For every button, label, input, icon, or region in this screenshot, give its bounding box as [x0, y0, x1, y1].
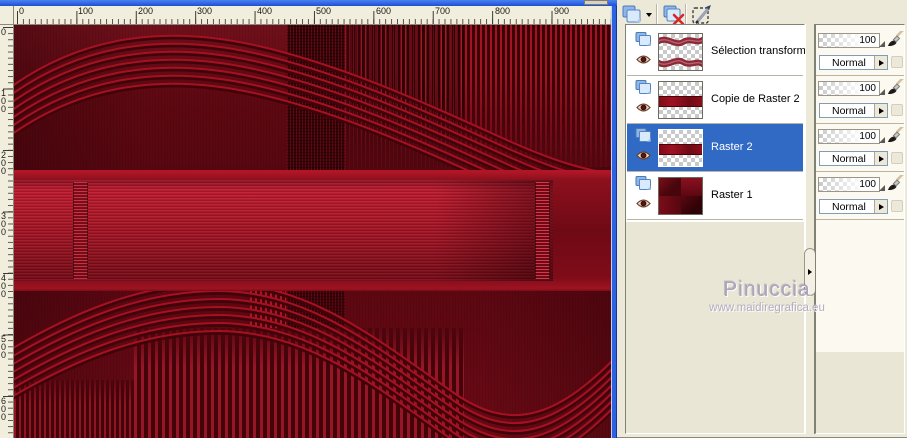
brush-icon — [886, 29, 904, 48]
opacity-value: 100 — [859, 83, 876, 94]
controls-empty-area — [816, 352, 904, 433]
palette-splitter[interactable] — [805, 24, 815, 434]
layer-name: Raster 1 — [711, 189, 753, 201]
layer-thumbnail[interactable] — [658, 177, 703, 215]
blend-mode-dropdown-button[interactable] — [874, 152, 887, 165]
edit-selection-icon — [692, 5, 711, 24]
layer-controls-row: 100 Normal — [816, 124, 904, 172]
blend-mode-select[interactable]: Normal — [819, 199, 888, 214]
canvas-waves — [14, 34, 611, 438]
window-button[interactable] — [584, 0, 608, 5]
horizontal-ruler: 0 100 200 300 400 500 600 700 800 900 — [14, 6, 611, 25]
opacity-slider-handle-icon[interactable] — [879, 41, 885, 47]
ruler-label: 600 — [1, 396, 7, 422]
opacity-slider[interactable]: 100 — [818, 129, 885, 144]
layer-name: Sélection transformée — [711, 45, 818, 57]
raster-layer-icon — [635, 32, 653, 48]
blend-mode-dropdown-button[interactable] — [874, 56, 887, 69]
image-window: 0 100 200 300 400 500 600 700 800 900 0 … — [0, 0, 617, 438]
ruler-label: 400 — [257, 6, 273, 16]
ruler-label: 0 — [1, 27, 7, 37]
ruler-label: 400 — [1, 273, 7, 299]
opacity-slider[interactable]: 100 — [818, 81, 885, 96]
link-icon — [891, 56, 903, 68]
opacity-slider-handle-icon[interactable] — [879, 185, 885, 191]
blend-mode-dropdown-button[interactable] — [874, 104, 887, 117]
opacity-slider[interactable]: 100 — [818, 177, 885, 192]
layer-controls-row: 100 Normal — [816, 172, 904, 220]
ruler-label: 0 — [19, 6, 25, 16]
layer-row-raster-1[interactable]: Raster 1 — [627, 172, 803, 220]
opacity-slider[interactable]: 100 — [818, 33, 885, 48]
canvas-ribbon-end-left — [73, 182, 88, 279]
blend-mode-value: Normal — [832, 201, 866, 213]
new-layer-icon — [622, 5, 641, 23]
layer-row-copie-de-raster-2[interactable]: Copie de Raster 2 — [627, 76, 803, 124]
blend-mode-value: Normal — [832, 57, 866, 69]
layers-palette: Sélection transformée Copie de Raster 2 — [617, 0, 907, 438]
link-icon — [891, 200, 903, 212]
ruler-label: 700 — [435, 6, 451, 16]
raster-layer-icon — [635, 80, 653, 96]
visibility-eye-icon[interactable] — [636, 54, 651, 65]
ruler-label: 500 — [1, 334, 7, 360]
vertical-ruler: 0 100 200 300 400 500 600 — [0, 25, 14, 438]
visibility-eye-icon[interactable] — [636, 198, 651, 209]
dropdown-arrow-icon — [878, 155, 884, 162]
ruler-label: 100 — [78, 6, 94, 16]
visibility-eye-icon[interactable] — [636, 102, 651, 113]
ruler-label: 200 — [1, 150, 7, 176]
new-layer-dropdown-arrow-icon[interactable] — [646, 13, 652, 17]
blend-mode-select[interactable]: Normal — [819, 55, 888, 70]
layers-list-empty-area — [626, 222, 804, 433]
raster-layer-icon — [635, 128, 653, 144]
opacity-slider-handle-icon[interactable] — [879, 137, 885, 143]
ruler-label: 300 — [1, 211, 7, 237]
dropdown-arrow-icon — [878, 107, 884, 114]
layer-thumbnail[interactable] — [658, 81, 703, 119]
layer-thumbnail[interactable] — [658, 33, 703, 71]
brush-icon — [886, 125, 904, 144]
opacity-slider-handle-icon[interactable] — [879, 89, 885, 95]
canvas[interactable] — [14, 25, 611, 438]
raster-layer-icon — [635, 176, 653, 192]
ruler-label: 500 — [316, 6, 332, 16]
opacity-value: 100 — [859, 179, 876, 190]
layer-row-raster-2[interactable]: Raster 2 — [627, 124, 803, 172]
blend-mode-select[interactable]: Normal — [819, 151, 888, 166]
layer-name: Copie de Raster 2 — [711, 93, 800, 105]
link-icon — [891, 104, 903, 116]
toolbar-separator — [656, 4, 658, 25]
link-icon — [891, 152, 903, 164]
layer-row-selection-transformee[interactable]: Sélection transformée — [627, 28, 818, 76]
dropdown-arrow-icon — [878, 203, 884, 210]
layer-controls-row: 100 Normal — [816, 28, 904, 76]
blend-mode-dropdown-button[interactable] — [874, 200, 887, 213]
opacity-value: 100 — [859, 35, 876, 46]
brush-icon — [886, 77, 904, 96]
brush-icon — [886, 173, 904, 192]
canvas-ribbon-end-right — [535, 182, 550, 279]
ruler-label: 800 — [495, 6, 511, 16]
delete-layer-icon — [663, 5, 685, 25]
blend-mode-value: Normal — [832, 153, 866, 165]
dropdown-arrow-icon — [878, 59, 884, 66]
collapse-arrow-icon — [808, 269, 812, 275]
ruler-label: 900 — [554, 6, 570, 16]
visibility-eye-icon[interactable] — [636, 150, 651, 161]
layer-controls-row: 100 Normal — [816, 76, 904, 124]
layer-name: Raster 2 — [711, 141, 753, 153]
ruler-label: 600 — [376, 6, 392, 16]
blend-mode-value: Normal — [832, 105, 866, 117]
ruler-label: 300 — [197, 6, 213, 16]
toolbar-separator — [685, 4, 687, 25]
ruler-label: 100 — [1, 88, 7, 114]
opacity-value: 100 — [859, 131, 876, 142]
ruler-label: 200 — [138, 6, 154, 16]
layer-thumbnail[interactable] — [658, 129, 703, 167]
application-window: 0 100 200 300 400 500 600 700 800 900 0 … — [0, 0, 907, 438]
blend-mode-select[interactable]: Normal — [819, 103, 888, 118]
ruler-corner — [0, 6, 14, 25]
